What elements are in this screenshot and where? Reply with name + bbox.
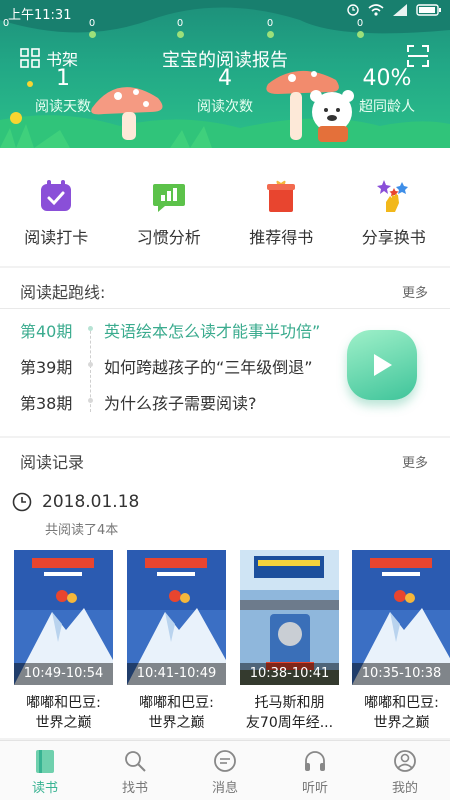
nav-label: 找书	[121, 781, 148, 796]
episode-item[interactable]: 第38期 为什么孩子需要阅读?	[20, 390, 257, 414]
stat-reading-days: 1 阅读天数	[22, 66, 104, 116]
nav-label: 听听	[301, 781, 328, 796]
episode-item[interactable]: 第40期 英语绘本怎么读才能事半功倍”	[20, 318, 320, 342]
book-card[interactable]: 10:38-10:41 托马斯和朋 友70周年经...	[240, 550, 339, 733]
episode-title: 如何跨越孩子的“三年级倒退”	[104, 358, 313, 377]
nav-messages[interactable]: 消息	[180, 741, 270, 800]
divider	[0, 308, 450, 309]
stat-value: 40%	[362, 66, 412, 91]
book-icon	[36, 750, 54, 773]
headphones-icon	[305, 751, 325, 771]
section-header: 阅读起跑线: 更多	[20, 280, 428, 302]
chart-bubble-icon	[152, 184, 185, 212]
episode-number: 第39期	[20, 358, 73, 377]
record-date: 2018.01.18	[42, 492, 140, 512]
play-button[interactable]	[347, 330, 417, 400]
share-exchange-button[interactable]: 分享换书	[338, 148, 450, 266]
book-title: 嘟嘟和巴豆: 世界之巅	[139, 695, 214, 731]
sparkle-hand-icon	[376, 180, 408, 212]
action-label: 推荐得书	[249, 228, 314, 247]
system-icons	[346, 3, 442, 17]
stat-value: 4	[218, 66, 232, 91]
nav-label: 我的	[391, 781, 418, 796]
book-card[interactable]: 10:49-10:54 嘟嘟和巴豆: 世界之巅	[14, 550, 113, 733]
alarm-icon	[347, 4, 359, 16]
action-label: 习惯分析	[136, 228, 201, 247]
book-title: 托马斯和朋 友70周年经...	[245, 695, 334, 731]
book-title: 嘟嘟和巴豆: 世界之巅	[364, 695, 439, 731]
nav-label: 消息	[211, 781, 238, 796]
calendar-check-icon	[41, 180, 72, 211]
signal-icon	[393, 4, 407, 16]
more-link[interactable]: 更多	[402, 282, 428, 301]
nav-listen[interactable]: 听听	[270, 741, 360, 800]
section-title: 阅读起跑线:	[20, 283, 106, 302]
record-count: 共阅读了4本	[45, 523, 119, 538]
book-cover: 10:35-10:38	[352, 550, 450, 685]
nav-read[interactable]: 读书	[0, 741, 90, 800]
reading-time: 10:49-10:54	[14, 663, 113, 685]
progress-dot: 0	[260, 18, 280, 38]
stat-label: 超同龄人	[359, 99, 415, 115]
nav-label: 读书	[31, 781, 58, 796]
gift-book-icon	[267, 180, 296, 212]
progress-dot: 0	[350, 18, 370, 38]
profile-icon	[394, 750, 416, 772]
quick-actions: 阅读打卡 习惯分析 推荐得书 分享换书	[0, 148, 450, 266]
clock-icon	[12, 492, 32, 512]
reading-startline-section: 阅读起跑线: 更多 第40期 英语绘本怎么读才能事半功倍” 第39期 如何跨越孩…	[0, 268, 450, 436]
stat-reading-times: 4 阅读次数	[184, 66, 266, 116]
bottom-navigation: 读书 找书 消息 听听 我的	[0, 740, 450, 800]
reading-time: 10:38-10:41	[240, 663, 339, 685]
stat-value: 1	[56, 66, 70, 91]
progress-dot: 0	[2, 18, 10, 29]
search-icon	[125, 751, 146, 772]
book-cover: 10:49-10:54	[14, 550, 113, 685]
episode-number: 第38期	[20, 394, 73, 413]
stat-label: 阅读次数	[197, 99, 253, 115]
nav-profile[interactable]: 我的	[360, 741, 450, 800]
record-date-row: 2018.01.18	[12, 492, 139, 512]
episode-title: 为什么孩子需要阅读?	[104, 394, 257, 413]
reading-record-section: 阅读记录 更多 2018.01.18 共阅读了4本 10:49-10:54 嘟嘟…	[0, 438, 450, 738]
episode-title: 英语绘本怎么读才能事半功倍”	[104, 322, 321, 341]
stat-label: 阅读天数	[35, 99, 91, 115]
more-link[interactable]: 更多	[402, 452, 428, 471]
play-icon	[374, 354, 392, 376]
wifi-icon	[368, 4, 384, 16]
action-label: 阅读打卡	[24, 228, 89, 247]
reading-time: 10:35-10:38	[352, 663, 450, 685]
section-title: 阅读记录	[20, 453, 85, 472]
book-card[interactable]: 10:41-10:49 嘟嘟和巴豆: 世界之巅	[127, 550, 226, 733]
book-card[interactable]: 10:35-10:38 嘟嘟和巴豆: 世界之巅	[352, 550, 450, 733]
section-header: 阅读记录 更多	[20, 450, 428, 472]
scan-icon[interactable]	[406, 44, 430, 68]
progress-dot: 0	[82, 18, 102, 38]
nav-find[interactable]: 找书	[90, 741, 180, 800]
stat-percentile: 40% 超同龄人	[346, 66, 428, 116]
recommend-button[interactable]: 推荐得书	[225, 148, 338, 266]
episode-item[interactable]: 第39期 如何跨越孩子的“三年级倒退”	[20, 354, 313, 378]
checkin-button[interactable]: 阅读打卡	[0, 148, 113, 266]
progress-dot: 0	[170, 18, 190, 38]
episode-number: 第40期	[20, 322, 73, 341]
book-cover: 10:38-10:41	[240, 550, 339, 685]
reading-time: 10:41-10:49	[127, 663, 226, 685]
reading-report-header: 上午11:31 0 0 0 0 0 书架 宝宝的阅读报告 1 阅读天数 4 阅读…	[0, 0, 450, 148]
book-cover: 10:41-10:49	[127, 550, 226, 685]
action-label: 分享换书	[361, 228, 426, 247]
weekly-progress-dots: 0 0 0 0 0	[0, 18, 450, 40]
message-icon	[214, 750, 236, 772]
habit-analysis-button[interactable]: 习惯分析	[113, 148, 226, 266]
battery-icon	[416, 4, 441, 16]
book-list: 10:49-10:54 嘟嘟和巴豆: 世界之巅 10:41-10:49 嘟嘟和巴…	[14, 550, 450, 740]
book-title: 嘟嘟和巴豆: 世界之巅	[26, 695, 101, 731]
